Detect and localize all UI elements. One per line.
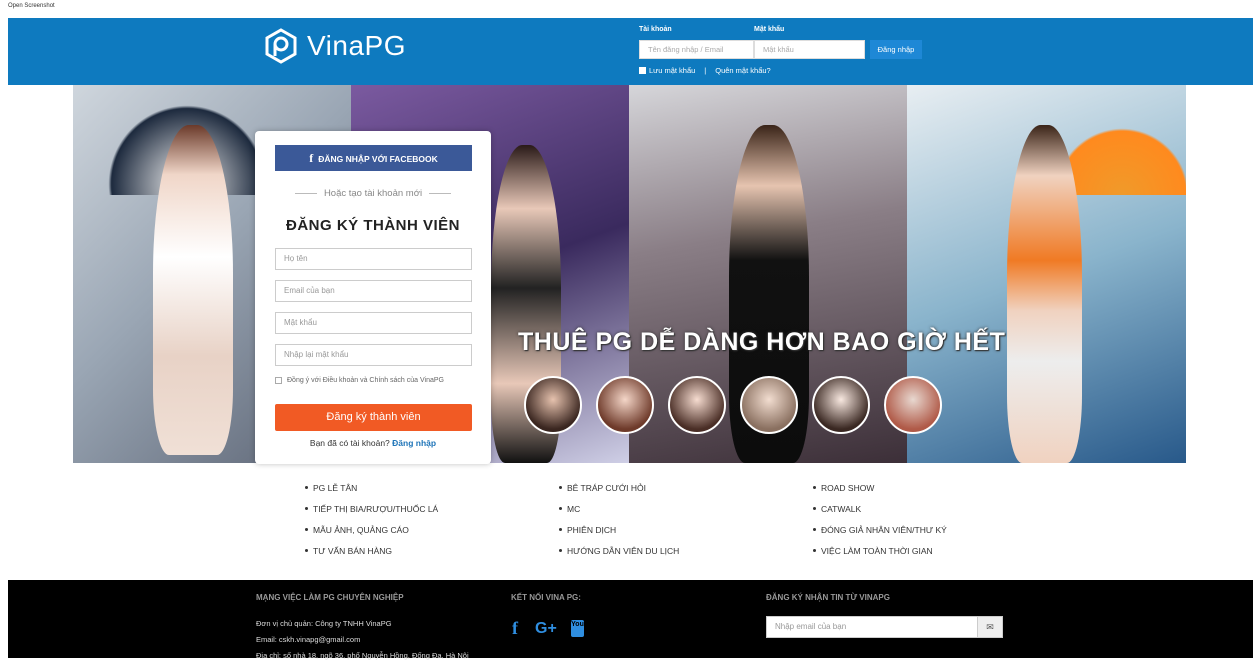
bullet-icon — [813, 528, 816, 531]
service-label: CATWALK — [821, 503, 862, 514]
footer-newsletter-title: ĐĂNG KÝ NHẬN TIN TỪ VINAPG — [766, 593, 890, 602]
forgot-password-link[interactable]: Quên mật khẩu? — [715, 66, 770, 75]
password-label: Mật khẩu — [754, 26, 785, 33]
registration-card: f ĐĂNG NHẬP VỚI FACEBOOK Hoặc tạo tài kho… — [255, 131, 491, 464]
or-text: Hoặc tạo tài khoản mới — [323, 188, 423, 199]
or-divider: Hoặc tạo tài khoản mới — [255, 188, 491, 199]
service-label: HƯỚNG DẪN VIÊN DU LỊCH — [567, 545, 680, 556]
bullet-icon — [559, 528, 562, 531]
bullet-icon — [813, 549, 816, 552]
already-text: Bạn đã có tài khoản? — [309, 438, 390, 448]
service-label: MẪU ẢNH, QUẢNG CÁO — [313, 524, 409, 535]
pg-avatar[interactable] — [524, 376, 582, 434]
service-item[interactable]: BÊ TRÁP CƯỚI HỎI — [559, 481, 813, 494]
service-label: ROAD SHOW — [821, 482, 875, 493]
login-link[interactable]: Đăng nhập — [392, 438, 436, 448]
username-label: Tài khoản — [639, 26, 672, 33]
hero-photo-4 — [907, 85, 1186, 463]
pg-avatar[interactable] — [740, 376, 798, 434]
service-item[interactable]: TIẾP THỊ BIA/RƯỢU/THUỐC LÁ — [305, 502, 559, 515]
bullet-icon — [305, 507, 308, 510]
fullname-input[interactable]: Họ tên — [275, 248, 472, 270]
username-input[interactable]: Tên đăng nhập / Email — [639, 40, 754, 59]
model-figure — [1007, 125, 1082, 463]
footer-owner: Đơn vị chủ quản: Công ty TNHH VinaPG — [256, 619, 392, 628]
remember-label: Lưu mật khẩu — [649, 66, 696, 75]
service-label: BÊ TRÁP CƯỚI HỎI — [567, 482, 646, 493]
service-label: PHIÊN DỊCH — [567, 524, 617, 535]
bullet-icon — [559, 507, 562, 510]
service-label: PG LỄ TÂN — [313, 482, 358, 493]
footer-email[interactable]: Email: cskh.vinapg@gmail.com — [256, 635, 360, 644]
footer-about-title: MẠNG VIỆC LÀM PG CHUYÊN NGHIỆP — [256, 593, 404, 602]
newsletter-email-input[interactable]: Nhập email của bạn — [775, 617, 846, 637]
pg-avatar[interactable] — [812, 376, 870, 434]
service-label: MC — [567, 503, 581, 514]
service-item[interactable]: ĐÓNG GIẢ NHÂN VIÊN/THƯ KÝ — [813, 523, 1013, 536]
bullet-icon — [559, 486, 562, 489]
facebook-login-label: ĐĂNG NHẬP VỚI FACEBOOK — [318, 154, 438, 164]
service-item[interactable]: HƯỚNG DẪN VIÊN DU LỊCH — [559, 544, 813, 557]
pg-avatar[interactable] — [596, 376, 654, 434]
vinapg-logo-icon — [265, 28, 297, 64]
facebook-login-button[interactable]: f ĐĂNG NHẬP VỚI FACEBOOK — [275, 145, 472, 171]
service-label: VIỆC LÀM TOÀN THỜI GIAN — [821, 545, 933, 556]
header-separator: | — [704, 66, 707, 75]
bullet-icon — [305, 549, 308, 552]
page-caption: Open Screenshot — [8, 3, 55, 9]
service-item[interactable]: PG LỄ TÂN — [305, 481, 559, 494]
password-input[interactable]: Mật khẩu — [754, 40, 865, 59]
bullet-icon — [813, 486, 816, 489]
hero-banner: THUÊ PG DỄ DÀNG HƠN BAO GIỜ HẾT — [73, 85, 1186, 463]
service-item[interactable]: MẪU ẢNH, QUẢNG CÁO — [305, 523, 559, 536]
bullet-icon — [305, 528, 308, 531]
footer-social-title: KẾT NỐI VINA PG: — [511, 593, 581, 602]
confirm-password-input[interactable]: Nhập lại mật khẩu — [275, 344, 472, 366]
register-submit-button[interactable]: Đăng ký thành viên — [275, 404, 472, 431]
service-item[interactable]: ROAD SHOW — [813, 481, 1013, 494]
site-header: VinaPG Tài khoản Mật khẩu Tên đăng nhập … — [8, 18, 1253, 85]
google-plus-icon[interactable]: G+ — [535, 620, 557, 638]
hero-tagline: THUÊ PG DỄ DÀNG HƠN BAO GIỜ HẾT — [518, 328, 1006, 356]
terms-row: Đồng ý với Điều khoản và Chính sách của … — [275, 377, 444, 384]
services-list: PG LỄ TÂN BÊ TRÁP CƯỚI HỎI ROAD SHOW TIẾ… — [305, 481, 1005, 557]
pg-avatar[interactable] — [884, 376, 942, 434]
service-item[interactable]: CATWALK — [813, 502, 1013, 515]
service-label: ĐÓNG GIẢ NHÂN VIÊN/THƯ KÝ — [821, 524, 947, 535]
login-button[interactable]: Đăng nhập — [870, 40, 922, 59]
youtube-icon[interactable]: You — [571, 620, 584, 637]
terms-label: Đồng ý với Điều khoản và Chính sách của … — [287, 377, 444, 384]
email-input[interactable]: Email của bạn — [275, 280, 472, 302]
site-logo[interactable]: VinaPG — [263, 28, 406, 64]
already-member: Bạn đã có tài khoản? Đăng nhập — [255, 438, 491, 448]
model-figure — [153, 125, 233, 455]
bullet-icon — [559, 549, 562, 552]
envelope-icon[interactable]: ✉ — [977, 617, 1002, 637]
service-label: TƯ VẤN BÁN HÀNG — [313, 545, 393, 556]
pg-avatar[interactable] — [668, 376, 726, 434]
service-label: TIẾP THỊ BIA/RƯỢU/THUỐC LÁ — [313, 503, 439, 514]
footer-address: Địa chỉ: số nhà 18, ngõ 36, phố Nguyễn H… — [256, 651, 469, 660]
password-input[interactable]: Mật khẩu — [275, 312, 472, 334]
remember-checkbox[interactable] — [639, 67, 646, 74]
pg-avatar-list — [524, 376, 942, 434]
service-item[interactable]: MC — [559, 502, 813, 515]
bullet-icon — [813, 507, 816, 510]
bullet-icon — [305, 486, 308, 489]
service-item[interactable]: TƯ VẤN BÁN HÀNG — [305, 544, 559, 557]
facebook-icon: f — [309, 151, 314, 165]
register-title: ĐĂNG KÝ THÀNH VIÊN — [285, 217, 460, 234]
service-item[interactable]: PHIÊN DỊCH — [559, 523, 813, 536]
terms-checkbox[interactable] — [275, 377, 282, 384]
facebook-icon[interactable]: f — [512, 618, 518, 639]
site-footer: MẠNG VIỆC LÀM PG CHUYÊN NGHIỆP Đơn vị ch… — [8, 580, 1253, 660]
service-item[interactable]: VIỆC LÀM TOÀN THỜI GIAN — [813, 544, 1013, 557]
newsletter-form: Nhập email của bạn ✉ — [766, 616, 1003, 638]
remember-row: Lưu mật khẩu | Quên mật khẩu? — [639, 66, 771, 75]
logo-text: VinaPG — [307, 30, 406, 61]
